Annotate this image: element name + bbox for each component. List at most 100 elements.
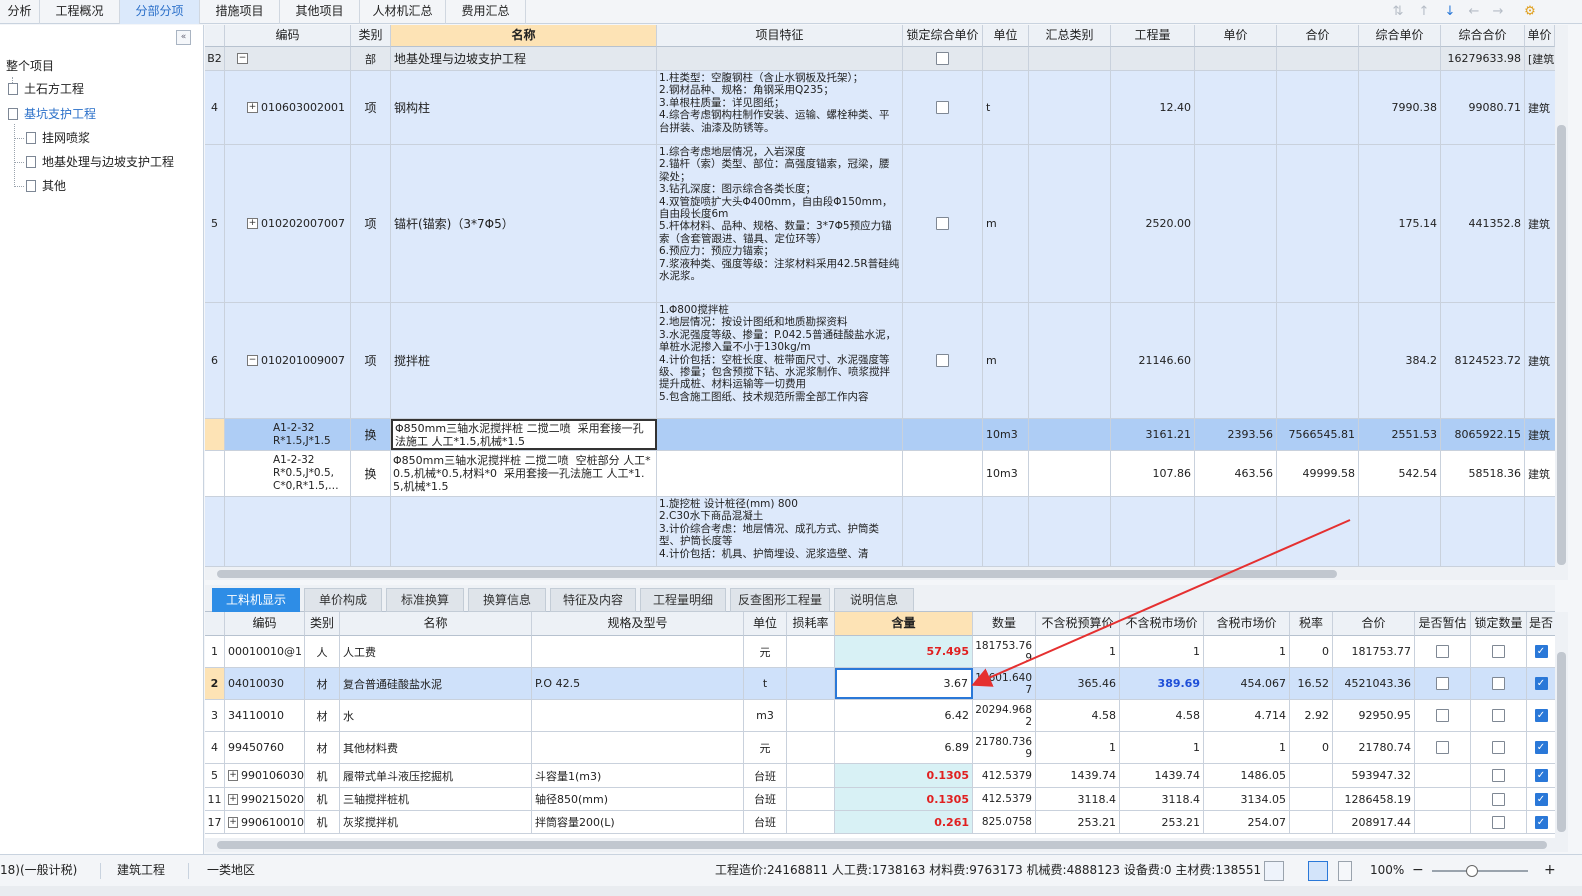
row-quantity[interactable]: 181753.76 9 bbox=[973, 636, 1036, 667]
row-summary-type[interactable] bbox=[1029, 47, 1111, 70]
tree-item-ground-treatment[interactable]: 地基处理与边坡支护工程 bbox=[26, 152, 174, 172]
row-market-price[interactable]: 253.21 bbox=[1120, 811, 1204, 833]
row-unit-price[interactable]: 2393.56 bbox=[1195, 419, 1277, 450]
checkbox-icon[interactable] bbox=[1492, 815, 1505, 829]
scrollbar-thumb[interactable] bbox=[1557, 125, 1566, 565]
row-quantity[interactable] bbox=[1111, 497, 1195, 566]
horizontal-scrollbar[interactable] bbox=[205, 838, 1568, 852]
zoom-out-icon[interactable]: − bbox=[1412, 855, 1424, 887]
row-quantity[interactable]: 412.5379 bbox=[973, 788, 1036, 810]
row-total[interactable]: 593947.32 bbox=[1333, 764, 1415, 787]
row-spec[interactable]: 拌筒容量200(L) bbox=[532, 811, 744, 833]
row-unit[interactable]: m3 bbox=[744, 700, 787, 731]
row-budget-price[interactable]: 1 bbox=[1036, 636, 1120, 667]
row-unit[interactable]: t bbox=[983, 71, 1029, 144]
row-feature[interactable]: 1.柱类型：空腹钢柱（含止水钢板及托架）； 2.钢材品种、规格：角钢采用Q235… bbox=[657, 71, 903, 144]
row-content[interactable]: 0.261 bbox=[835, 811, 973, 833]
checkbox-icon[interactable] bbox=[1492, 769, 1505, 782]
header-tax-market-price[interactable]: 含税市场价 bbox=[1204, 612, 1290, 636]
tab-quantity-detail[interactable]: 工程量明细 bbox=[640, 588, 726, 612]
table-row[interactable]: 1.旋挖桩 设计桩径(mm) 800 2.C30水下商品混凝土 3.计价综合考虑… bbox=[205, 497, 1555, 567]
row-unit[interactable]: m bbox=[983, 303, 1029, 418]
checkbox-icon[interactable]: ✓ bbox=[1534, 741, 1548, 754]
row-name[interactable]: 人工费 bbox=[340, 636, 532, 667]
row-quantity[interactable]: 20294.968 2 bbox=[973, 700, 1036, 731]
row-tax-market-price[interactable]: 4.714 bbox=[1204, 700, 1290, 731]
header-total[interactable]: 合价 bbox=[1333, 612, 1415, 636]
estimated-checkbox[interactable] bbox=[1415, 764, 1471, 787]
checkbox-icon[interactable] bbox=[1436, 741, 1449, 754]
collapse-icon[interactable]: − bbox=[237, 53, 248, 64]
header-name[interactable]: 名称 bbox=[340, 612, 532, 636]
header-loss-rate[interactable]: 损耗率 bbox=[787, 612, 835, 636]
row-tax-rate[interactable]: 2.92 bbox=[1290, 700, 1333, 731]
row-name[interactable]: 钢构柱 bbox=[391, 71, 657, 144]
row-budget-price[interactable]: 365.46 bbox=[1036, 668, 1120, 699]
tab-reverse-graphic-quantity[interactable]: 反查图形工程量 bbox=[730, 588, 830, 612]
row-name[interactable]: 复合普通硅酸盐水泥 bbox=[340, 668, 532, 699]
collapse-panel-button[interactable]: « bbox=[176, 30, 191, 45]
row-summary-type[interactable] bbox=[1029, 303, 1111, 418]
view-mode-icon[interactable] bbox=[1264, 861, 1284, 881]
table-row[interactable]: 6 −010201009007 项 搅拌桩 1.Φ800搅拌桩 2.地层情况：按… bbox=[205, 303, 1555, 419]
priced-checkbox[interactable]: ✓ bbox=[1527, 811, 1555, 833]
checkbox-icon[interactable]: ✓ bbox=[1534, 792, 1548, 806]
row-lock[interactable] bbox=[903, 451, 983, 496]
checkbox-icon[interactable]: ✓ bbox=[1534, 709, 1548, 722]
zoom-in-icon[interactable]: + bbox=[1544, 855, 1556, 887]
row-code[interactable]: −010201009007 bbox=[225, 303, 351, 418]
row-name[interactable]: 其他材料费 bbox=[340, 732, 532, 763]
row-tax-rate[interactable]: 0 bbox=[1290, 732, 1333, 763]
estimated-checkbox[interactable] bbox=[1415, 636, 1471, 667]
row-unit[interactable]: 台班 bbox=[744, 788, 787, 810]
header-comp-price[interactable]: 综合单价 bbox=[1359, 25, 1441, 47]
move-down-icon[interactable]: ↓ bbox=[1440, 2, 1460, 22]
row-unit[interactable]: t bbox=[744, 668, 787, 699]
tab-labor-material-summary[interactable]: 人材机汇总 bbox=[360, 0, 446, 24]
row-name[interactable]: 搅拌桩 bbox=[391, 303, 657, 418]
row-code[interactable]: 00010010@1 bbox=[225, 636, 305, 667]
row-tax-market-price[interactable]: 3134.05 bbox=[1204, 788, 1290, 810]
header-type[interactable]: 类别 bbox=[305, 612, 340, 636]
expand-icon[interactable]: + bbox=[228, 770, 238, 781]
tab-labor-material-display[interactable]: 工料机显示 bbox=[212, 588, 300, 612]
row-market-price[interactable]: 1 bbox=[1120, 732, 1204, 763]
tab-conversion-info[interactable]: 换算信息 bbox=[468, 588, 546, 612]
checkbox-icon[interactable] bbox=[1492, 677, 1505, 690]
row-tax-market-price[interactable]: 1 bbox=[1204, 732, 1290, 763]
row-market-price[interactable]: 1 bbox=[1120, 636, 1204, 667]
row-loss-rate[interactable] bbox=[787, 636, 835, 667]
row-code[interactable]: +010603002001 bbox=[225, 71, 351, 144]
vertical-scrollbar[interactable] bbox=[1555, 612, 1568, 838]
row-tax-rate[interactable] bbox=[1290, 811, 1333, 833]
expand-icon[interactable]: + bbox=[228, 793, 238, 805]
estimated-checkbox[interactable] bbox=[1415, 668, 1471, 699]
checkbox-icon[interactable] bbox=[1492, 645, 1505, 658]
row-quantity[interactable] bbox=[1111, 47, 1195, 70]
row-content[interactable]: 3.67 bbox=[835, 668, 973, 699]
estimated-checkbox[interactable] bbox=[1415, 811, 1471, 833]
row-unit[interactable]: 10m3 bbox=[983, 451, 1029, 496]
row-summary-type[interactable] bbox=[1029, 419, 1111, 450]
estimated-checkbox[interactable] bbox=[1415, 700, 1471, 731]
header-unit[interactable]: 单位 bbox=[983, 25, 1029, 47]
row-unit-price[interactable] bbox=[1195, 71, 1277, 144]
header-extra[interactable]: 单价 bbox=[1525, 25, 1555, 47]
header-content[interactable]: 含量 bbox=[835, 612, 973, 636]
priced-checkbox[interactable]: ✓ bbox=[1527, 700, 1555, 731]
lock-qty-checkbox[interactable] bbox=[1471, 636, 1527, 667]
row-tax-market-price[interactable]: 1486.05 bbox=[1204, 764, 1290, 787]
lock-price-checkbox[interactable] bbox=[903, 47, 983, 70]
row-market-price[interactable]: 3118.4 bbox=[1120, 788, 1204, 810]
row-content[interactable]: 6.42 bbox=[835, 700, 973, 731]
tab-fee-summary[interactable]: 费用汇总 bbox=[446, 0, 526, 24]
row-code[interactable]: +010202007007 bbox=[225, 145, 351, 302]
row-loss-rate[interactable] bbox=[787, 700, 835, 731]
checkbox-icon[interactable] bbox=[1492, 792, 1505, 806]
row-content[interactable]: 0.1305 bbox=[835, 764, 973, 787]
tab-standard-conversion[interactable]: 标准换算 bbox=[386, 588, 464, 612]
estimated-checkbox[interactable] bbox=[1415, 788, 1471, 810]
lock-qty-checkbox[interactable] bbox=[1471, 764, 1527, 787]
row-feature[interactable] bbox=[657, 47, 903, 70]
row-budget-price[interactable]: 1439.74 bbox=[1036, 764, 1120, 787]
